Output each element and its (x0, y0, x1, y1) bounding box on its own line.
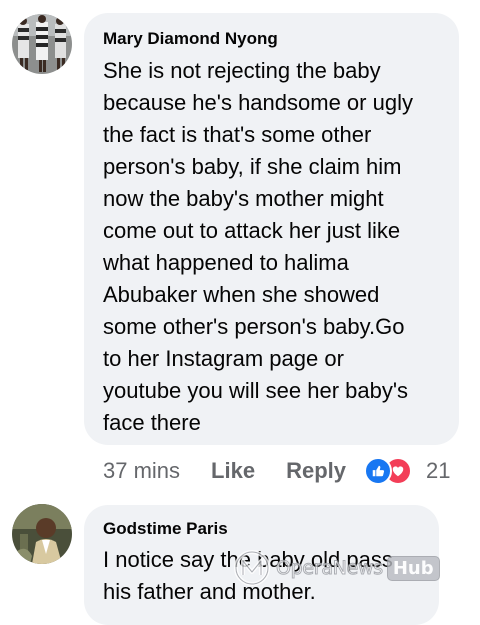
comment-author[interactable]: Mary Diamond Nyong (103, 29, 459, 49)
comment-line: come out to attack her just like (103, 218, 401, 243)
comment-2: Godstime Paris I notice say the baby old… (0, 500, 480, 625)
comment-line: now the baby's mother might (103, 186, 384, 211)
comment-text: I notice say the baby old pass his fathe… (103, 544, 439, 608)
avatar[interactable] (12, 504, 72, 564)
avatar[interactable] (12, 14, 72, 74)
reaction-count: 21 (426, 458, 451, 483)
comment-line: She is not rejecting the baby (103, 58, 381, 83)
comment-line: because he's handsome or ugly (103, 90, 413, 115)
avatar-photo-icon (12, 14, 72, 74)
comment-line: to her Instagram page or (103, 346, 344, 371)
like-icon (364, 457, 392, 485)
comment-line: I notice say the baby old pass (103, 547, 393, 572)
comment-text: She is not rejecting the baby because he… (103, 55, 459, 439)
comment-line: what happened to halima (103, 250, 349, 275)
comment-line: youtube you will see her baby's (103, 378, 409, 403)
avatar-photo-icon (12, 504, 72, 564)
comment-bubble: Godstime Paris I notice say the baby old… (84, 505, 439, 625)
comment-actions: 37 mins Like Reply 21 (103, 454, 450, 488)
comment-timestamp[interactable]: 37 mins (103, 458, 180, 484)
comment-line: some other's person's baby.Go (103, 314, 405, 339)
comment-line: the fact is that's some other (103, 122, 372, 147)
comment-author[interactable]: Godstime Paris (103, 519, 439, 539)
comment-1: Mary Diamond Nyong She is not rejecting … (0, 0, 480, 500)
comment-line: Abubaker when she showed (103, 282, 380, 307)
comment-bubble: Mary Diamond Nyong She is not rejecting … (84, 13, 459, 445)
reactions-summary[interactable]: 21 (364, 457, 450, 485)
comment-line: person's baby, if she claim him (103, 154, 402, 179)
comment-line: face there (103, 410, 201, 435)
comment-line: his father and mother. (103, 579, 316, 604)
like-button[interactable]: Like (211, 458, 255, 484)
reply-button[interactable]: Reply (286, 458, 346, 484)
